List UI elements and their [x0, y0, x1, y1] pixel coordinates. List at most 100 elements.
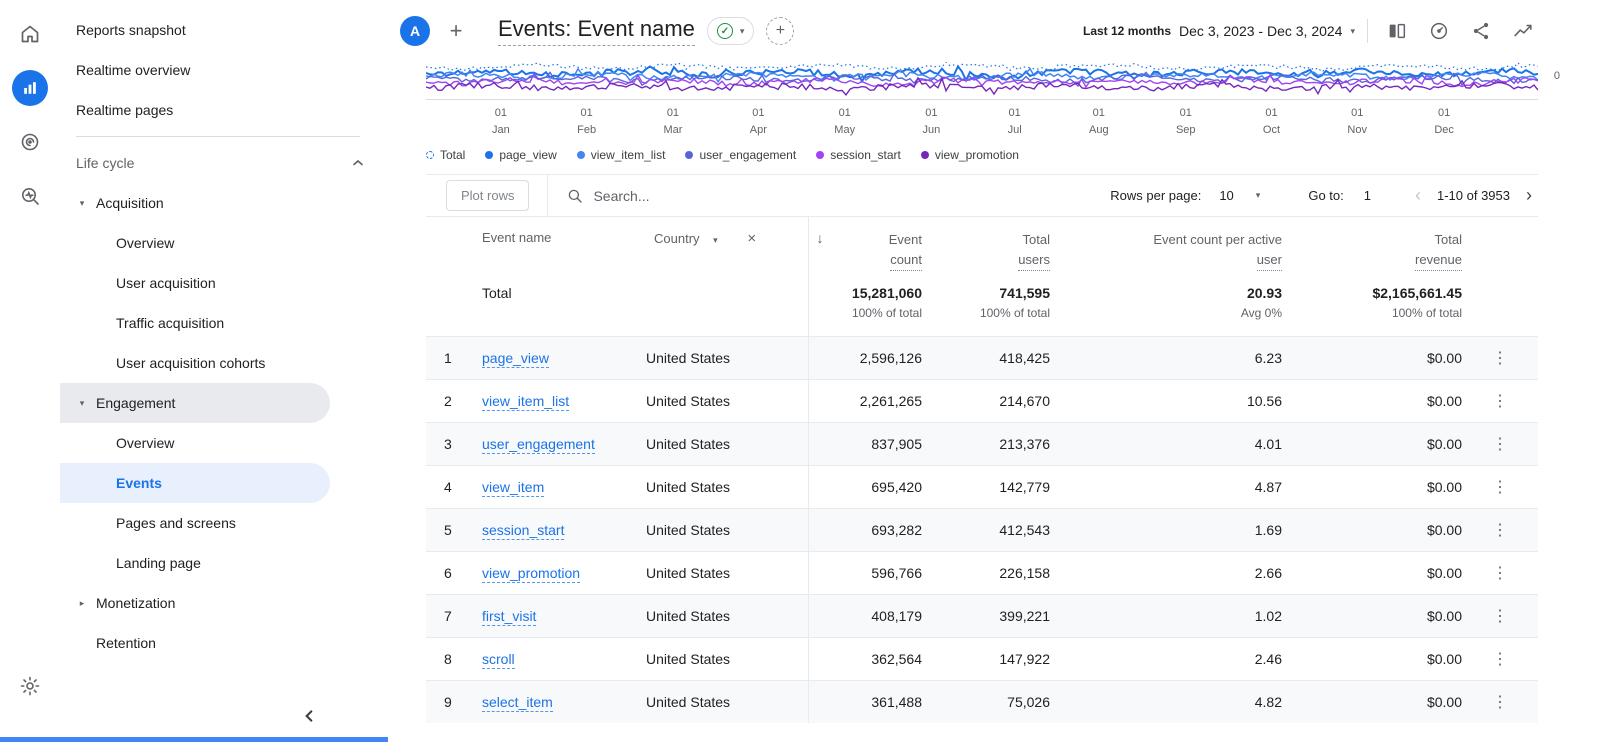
collection-life-cycle[interactable]: Life cycle: [60, 143, 386, 183]
add-icon[interactable]: +: [440, 15, 472, 47]
sidebar-item-user-acquisition-cohorts[interactable]: User acquisition cohorts: [60, 343, 386, 383]
sidebar-item-engagement[interactable]: ▾ Engagement: [60, 383, 330, 423]
event-name-link[interactable]: user_engagement: [482, 436, 595, 454]
legend-label: user_engagement: [699, 148, 796, 162]
total-users-cell: 399,221: [938, 595, 1066, 638]
collapse-sidebar-button[interactable]: [302, 709, 316, 726]
revenue-cell: $0.00: [1298, 681, 1478, 724]
row-menu-icon[interactable]: ⋮: [1492, 651, 1508, 668]
sidebar-item-acquisition[interactable]: ▾ Acquisition: [60, 183, 386, 223]
country-cell: United States: [646, 380, 808, 423]
sidebar-item-events[interactable]: Events: [60, 463, 330, 503]
reports-nav-button[interactable]: [10, 68, 50, 108]
event-name-link[interactable]: view_item_list: [482, 393, 569, 411]
explore-nav-button[interactable]: [10, 176, 50, 216]
row-menu-icon[interactable]: ⋮: [1492, 393, 1508, 410]
row-menu-icon[interactable]: ⋮: [1492, 350, 1508, 367]
add-comparison-icon[interactable]: +: [766, 17, 794, 45]
event-name-link[interactable]: select_item: [482, 694, 553, 712]
legend-label: page_view: [499, 148, 556, 162]
sidebar-item-user-acquisition[interactable]: User acquisition: [60, 263, 386, 303]
column-country: Country ▾ ×: [646, 217, 808, 283]
comparison-icon[interactable]: [1380, 14, 1414, 48]
account-avatar[interactable]: A: [400, 16, 430, 46]
report-topbar: A + Events: Event name ✓ ▾ + Last 12 mon…: [386, 0, 1600, 62]
page-title[interactable]: Events: Event name: [498, 16, 695, 46]
total-users-cell: 142,779: [938, 466, 1066, 509]
event-name-link[interactable]: scroll: [482, 651, 515, 669]
event-name-link[interactable]: view_promotion: [482, 565, 580, 583]
row-number: 5: [426, 509, 474, 552]
row-menu-icon[interactable]: ⋮: [1492, 479, 1508, 496]
chart-legend: Total page_view view_item_list u: [426, 148, 1538, 162]
sidebar-item-pages-and-screens[interactable]: Pages and screens: [60, 503, 386, 543]
legend-dot-icon: [921, 151, 929, 159]
event-name-link[interactable]: session_start: [482, 522, 564, 540]
legend-item[interactable]: view_item_list: [577, 148, 666, 162]
sidebar-item-retention[interactable]: Retention: [60, 623, 386, 663]
column-total-users[interactable]: Total users: [938, 217, 1066, 283]
event-name-link[interactable]: page_view: [482, 350, 549, 368]
row-number: 1: [426, 337, 474, 380]
go-to-page-input[interactable]: 1: [1364, 188, 1371, 203]
table-row: 5 session_start United States 693,282 41…: [426, 509, 1538, 552]
column-total-revenue[interactable]: Total revenue: [1298, 217, 1478, 283]
event-count-cell: 596,766: [808, 552, 938, 595]
sidebar-item-engagement-overview[interactable]: Overview: [60, 423, 386, 463]
row-menu-icon[interactable]: ⋮: [1492, 694, 1508, 711]
insights-icon[interactable]: [1422, 14, 1456, 48]
sidebar-item-label: Engagement: [96, 395, 175, 411]
home-nav-button[interactable]: [10, 14, 50, 54]
legend-dot-icon: [426, 151, 434, 159]
go-to-label: Go to:: [1308, 188, 1343, 203]
row-menu-icon[interactable]: ⋮: [1492, 522, 1508, 539]
table-search: [566, 187, 833, 205]
rows-per-page-select[interactable]: 10 ▾: [1219, 188, 1260, 203]
total-users-cell: 214,670: [938, 380, 1066, 423]
sidebar-item-monetization[interactable]: ▸ Monetization: [60, 583, 386, 623]
column-event-count[interactable]: ↓ Event count: [808, 217, 938, 283]
sidebar-item-traffic-acquisition[interactable]: Traffic acquisition: [60, 303, 386, 343]
row-menu-icon[interactable]: ⋮: [1492, 608, 1508, 625]
date-range-picker[interactable]: Dec 3, 2023 - Dec 3, 2024 ▾: [1179, 23, 1355, 39]
legend-dot-icon: [685, 151, 693, 159]
legend-item[interactable]: user_engagement: [685, 148, 796, 162]
legend-item[interactable]: page_view: [485, 148, 556, 162]
total-users-cell: 418,425: [938, 337, 1066, 380]
trend-icon[interactable]: [1506, 14, 1540, 48]
row-menu-icon[interactable]: ⋮: [1492, 565, 1508, 582]
remove-dimension-icon[interactable]: ×: [747, 230, 756, 247]
legend-item[interactable]: view_promotion: [921, 148, 1019, 162]
row-menu-icon[interactable]: ⋮: [1492, 436, 1508, 453]
column-event-name[interactable]: Event name: [474, 217, 646, 283]
sidebar-item-label: Retention: [96, 635, 156, 651]
next-page-icon[interactable]: ›: [1526, 185, 1532, 206]
legend-item[interactable]: Total: [426, 148, 465, 162]
dimension-dropdown-icon[interactable]: ▾: [713, 235, 718, 245]
per-user-cell: 10.56: [1066, 380, 1298, 423]
sidebar-item-realtime-pages[interactable]: Realtime pages: [60, 90, 386, 130]
sidebar-item-landing-page[interactable]: Landing page: [60, 543, 386, 583]
table-row: 9 select_item United States 361,488 75,0…: [426, 681, 1538, 724]
chart-x-axis: 01Jan 01Feb 01Mar 01Apr 01Ma: [426, 102, 1538, 138]
legend-item[interactable]: session_start: [816, 148, 901, 162]
sort-descending-icon[interactable]: ↓: [817, 230, 824, 246]
previous-page-icon[interactable]: ‹: [1415, 185, 1421, 206]
advertising-nav-button[interactable]: [10, 122, 50, 162]
table-row: 3 user_engagement United States 837,905 …: [426, 423, 1538, 466]
share-icon[interactable]: [1464, 14, 1498, 48]
search-input[interactable]: [593, 188, 833, 204]
table-row: 1 page_view United States 2,596,126 418,…: [426, 337, 1538, 380]
sidebar-item-acquisition-overview[interactable]: Overview: [60, 223, 386, 263]
admin-settings-button[interactable]: [10, 666, 50, 706]
plot-rows-button[interactable]: Plot rows: [446, 180, 529, 211]
event-name-link[interactable]: first_visit: [482, 608, 536, 626]
collection-label: Life cycle: [76, 155, 134, 171]
sidebar-item-reports-snapshot[interactable]: Reports snapshot: [60, 10, 386, 50]
per-user-cell: 4.87: [1066, 466, 1298, 509]
report-status-dropdown[interactable]: ✓ ▾: [707, 17, 755, 45]
event-count-cell: 693,282: [808, 509, 938, 552]
event-name-link[interactable]: view_item: [482, 479, 544, 497]
column-event-count-per-active-user[interactable]: Event count per active user: [1066, 217, 1298, 283]
sidebar-item-realtime-overview[interactable]: Realtime overview: [60, 50, 386, 90]
